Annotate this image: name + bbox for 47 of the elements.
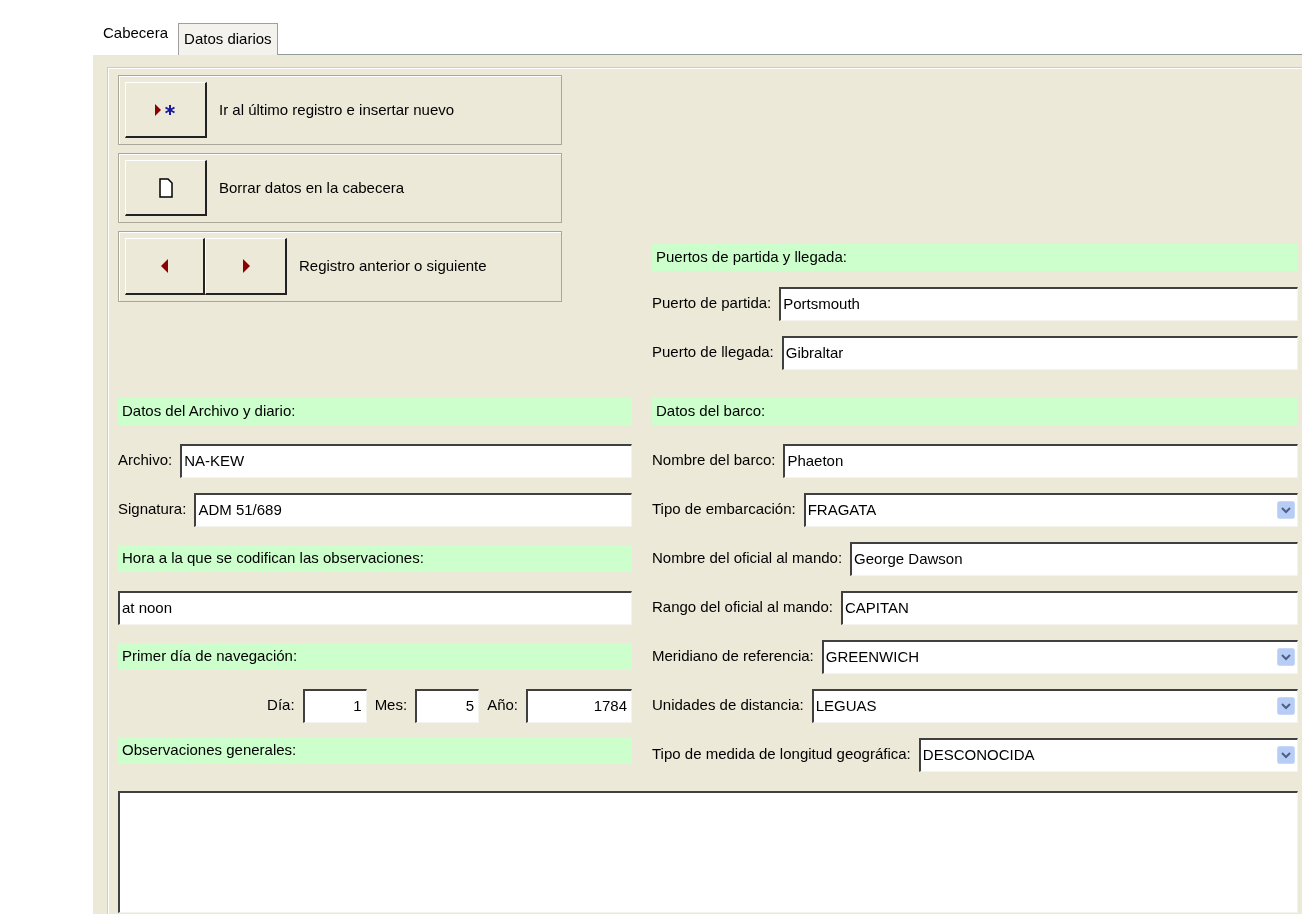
text-field[interactable]: ADM 51/689 [194, 492, 632, 527]
number-field[interactable]: 5 [415, 688, 480, 723]
text-field[interactable]: NA-KEW [180, 443, 632, 478]
blank-page-icon [158, 177, 173, 198]
section-heading: Puertos de partida y llegada: [652, 244, 1298, 271]
new-record-button[interactable] [125, 82, 207, 138]
text-field[interactable]: Portsmouth [779, 286, 1298, 321]
action-label: Registro anterior o siguiente [299, 256, 487, 277]
field-label: Día: [267, 695, 295, 716]
text-field[interactable]: CAPITAN [840, 590, 1298, 625]
field-label: Archivo: [118, 450, 173, 471]
number-field[interactable]: 1784 [526, 688, 632, 723]
dropdown-field[interactable]: GREENWICH [821, 639, 1298, 674]
text-field[interactable]: Phaeton [783, 443, 1298, 478]
text-field[interactable]: Gibraltar [781, 335, 1298, 370]
dropdown-field[interactable]: FRAGATA [803, 492, 1298, 527]
number-field[interactable]: 1 [302, 688, 367, 723]
field-label: Puerto de partida: [652, 293, 772, 314]
left-triangle-icon [160, 259, 169, 273]
field-label: Tipo de embarcación: [652, 499, 796, 520]
remarks-field[interactable] [118, 791, 1298, 913]
section-heading: Hora a la que se codifican las observaciones: [118, 545, 632, 572]
tab[interactable]: Datos diarios [178, 23, 278, 55]
section-heading: Primer día de navegación: [118, 643, 632, 670]
field-label: Nombre del oficial al mando: [652, 548, 843, 569]
field-label: Nombre del barco: [652, 450, 776, 471]
section-heading: Datos del Archivo y diario: [118, 398, 632, 425]
action-label: Borrar datos en la cabecera [219, 177, 405, 198]
section-heading: Observaciones generales: [118, 736, 632, 764]
text-field[interactable]: George Dawson [850, 541, 1298, 576]
previous-record-button[interactable] [125, 238, 205, 295]
section-heading: Datos del barco: [652, 398, 1298, 425]
field-label: Año: [487, 695, 518, 716]
field-label: Meridiano de referencia: [652, 646, 814, 667]
field-label: Unidades de distancia: [652, 695, 804, 716]
action-label: Ir al último registro e insertar nuevo [219, 99, 455, 120]
dropdown-field[interactable]: DESCONOCIDA [918, 737, 1298, 772]
field-label: Signatura: [118, 499, 187, 520]
next-record-button[interactable] [205, 238, 287, 295]
clear-button[interactable] [125, 160, 207, 216]
right-triangle-icon [241, 259, 250, 273]
field-label: Mes: [374, 695, 408, 716]
field-label: Tipo de medida de longitud geográfica: [652, 744, 911, 765]
dropdown-field[interactable]: LEGUAS [811, 688, 1298, 723]
field-label: Rango del oficial al mando: [652, 597, 833, 618]
text-field[interactable]: at noon [118, 590, 632, 625]
field-label: Puerto de llegada: [652, 342, 774, 363]
